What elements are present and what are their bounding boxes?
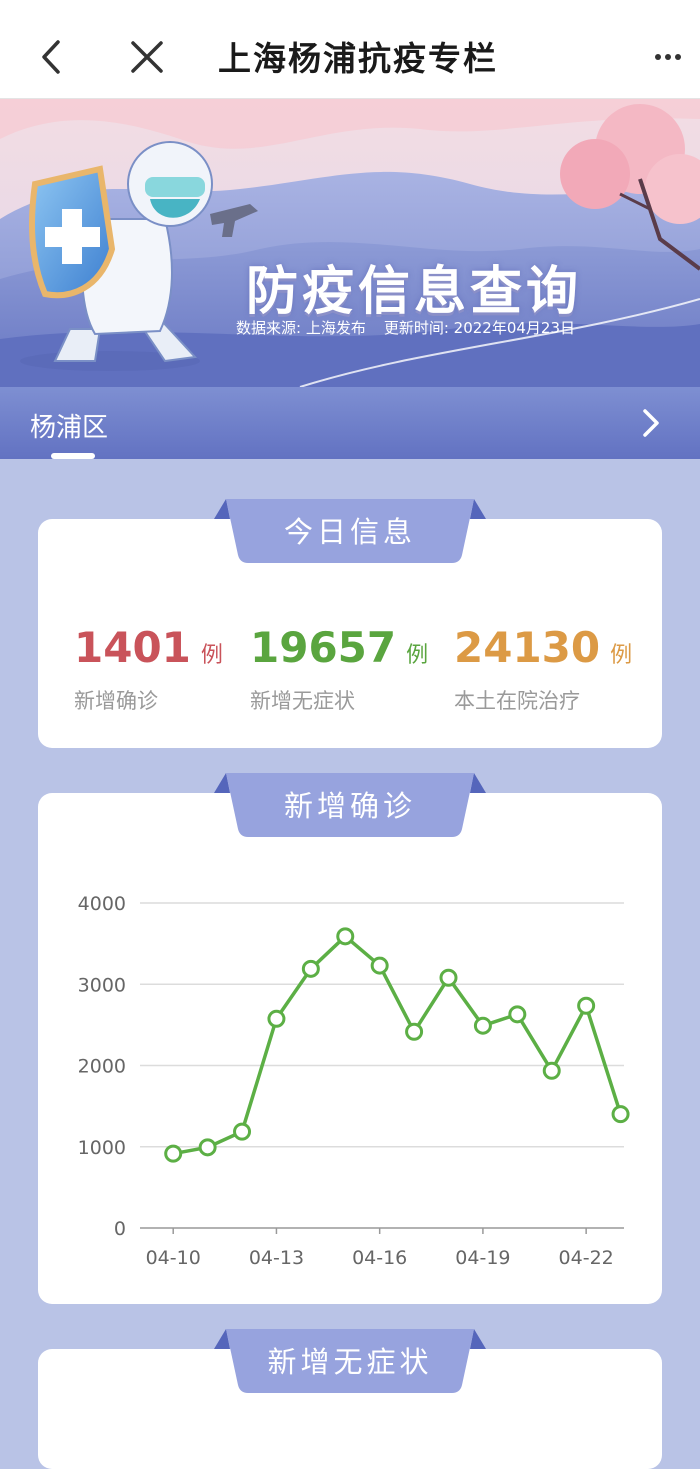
data-point (577, 996, 596, 1015)
data-point (198, 1138, 217, 1157)
x-tick-label: 04-16 (352, 1247, 407, 1269)
stat-unit: 例 (610, 643, 633, 668)
banner-illustration (0, 99, 700, 387)
stat-label: 新增无症状 (250, 689, 355, 713)
data-point (508, 1005, 527, 1024)
stat-unit: 例 (200, 643, 223, 668)
x-tick-label: 04-10 (146, 1247, 201, 1269)
stat-label: 本土在院治疗 (454, 689, 580, 713)
today-info-tab: 今日信息 (214, 499, 486, 563)
asymptomatic-chart-tab: 新增无症状 (214, 1329, 486, 1393)
district-name: 杨浦区 (30, 413, 109, 443)
y-tick-label: 0 (114, 1218, 126, 1240)
data-point (439, 968, 458, 987)
data-point (164, 1144, 183, 1163)
x-tick-label: 04-19 (455, 1247, 510, 1269)
data-point (370, 956, 389, 975)
district-selector[interactable]: 杨浦区 (0, 387, 700, 459)
stat-label: 新增确诊 (74, 689, 158, 713)
banner: 防疫信息查询 数据来源: 上海发布 更新时间: 2022年04月23日 (0, 99, 700, 387)
confirmed-line-chart: 0 1000 2000 3000 4000 04-10 04-13 04-16 04-19 04-… (78, 893, 630, 1269)
stat-value: 1401 (74, 623, 191, 672)
stat-hospitalized: 24130 例 本土在院治疗 (454, 623, 633, 713)
banner-title: 防疫信息查询 (246, 262, 583, 322)
y-tick-label: 2000 (78, 1056, 126, 1078)
stat-asymptomatic: 19657 例 新增无症状 (250, 623, 429, 713)
data-point (233, 1122, 252, 1141)
data-point (301, 959, 320, 978)
asymptomatic-chart-title: 新增无症状 (267, 1345, 433, 1379)
x-tick-label: 04-22 (559, 1247, 614, 1269)
stat-confirmed: 1401 例 新增确诊 (74, 623, 223, 713)
back-arrow-icon[interactable] (34, 38, 68, 80)
today-info-card: 今日信息 1401 例 新增确诊 19657 例 新增无症状 24130 例 本土在院… (38, 499, 662, 748)
close-icon[interactable] (128, 38, 166, 80)
data-source-text: 数据来源: 上海发布 (236, 319, 366, 337)
update-time-text: 更新时间: 2022年04月23日 (383, 319, 575, 337)
stat-unit: 例 (406, 643, 429, 668)
data-point (336, 927, 355, 946)
district-underline (51, 453, 95, 459)
today-info-title: 今日信息 (283, 515, 416, 549)
data-point (611, 1105, 630, 1124)
data-point (473, 1016, 492, 1035)
nav-bar: 上海杨浦抗疫专栏 (0, 0, 700, 99)
series-line (172, 934, 623, 1156)
stat-value: 19657 (250, 623, 397, 672)
data-point (267, 1009, 286, 1028)
chevron-right-icon[interactable] (640, 407, 662, 443)
data-point (405, 1022, 424, 1041)
x-tick-label: 04-13 (249, 1247, 304, 1269)
more-icon[interactable] (654, 46, 682, 65)
y-tick-label: 4000 (78, 893, 126, 915)
page-title: 上海杨浦抗疫专栏 (218, 39, 498, 78)
asymptomatic-chart-card: 新增无症状 (38, 1329, 662, 1469)
data-point (542, 1061, 561, 1080)
y-tick-label: 3000 (78, 974, 126, 996)
stat-value: 24130 (454, 623, 601, 672)
confirmed-chart-card: 新增确诊 0 1000 2000 3000 4000 04-10 04-13 04-16 04-… (38, 773, 662, 1304)
banner-subtitle: 数据来源: 上海发布 更新时间: 2022年04月23日 (236, 317, 593, 338)
y-tick-label: 1000 (78, 1137, 126, 1159)
